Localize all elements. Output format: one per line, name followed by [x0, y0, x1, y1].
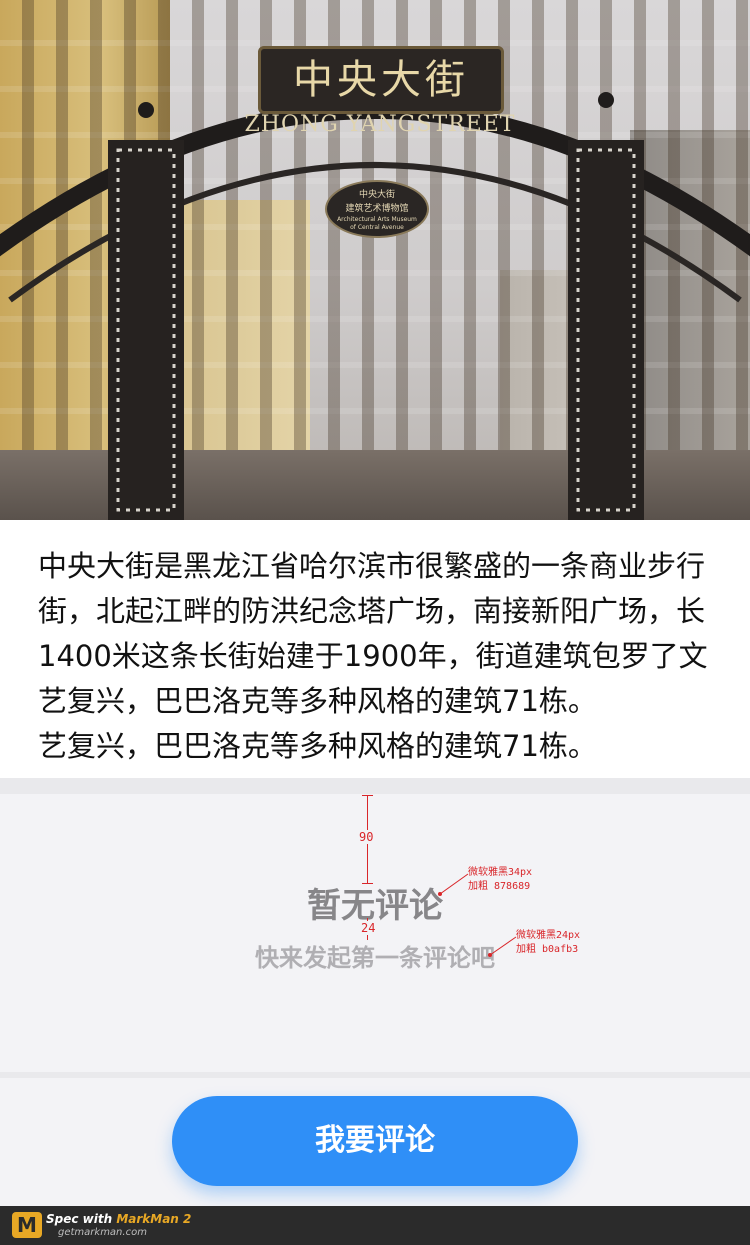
spec-gap-label: 90	[359, 830, 374, 844]
plaque-line-4: of Central Avenue	[350, 224, 404, 231]
empty-subtitle: 快来发起第一条评论吧	[255, 944, 495, 972]
gate-sign: 中央大街	[258, 46, 504, 114]
spec-gap-label: 24	[361, 921, 376, 935]
markman-brand: MarkMan 2	[116, 1212, 192, 1226]
empty-title: 暂无评论	[307, 886, 443, 926]
spec-title-note: 微软雅黑34px 加粗 878689	[468, 867, 533, 892]
spec-subtitle-note: 微软雅黑24px 加粗 b0afb3	[516, 930, 581, 955]
museum-plaque: 中央大街 建筑艺术博物馆 Architectural Arts Museum o…	[325, 180, 429, 238]
description-card: 中央大街是黑龙江省哈尔滨市很繁盛的一条商业步行街，北起江畔的防洪纪念塔广场，南接…	[0, 520, 750, 778]
plaque-line-2: 建筑艺术博物馆	[345, 204, 409, 214]
spec-arrow-icon	[488, 936, 517, 957]
spec-measure-cap	[362, 883, 373, 884]
spec-measure-cap	[362, 795, 373, 796]
hero-image: 中央大街 ZHONG YANGSTREET 中央大街 建筑艺术博物馆 Archi…	[0, 0, 750, 520]
description-text: 中央大街是黑龙江省哈尔滨市很繁盛的一条商业步行街，北起江畔的防洪纪念塔广场，南接…	[38, 549, 708, 763]
markman-title: Spec with MarkMan 2	[46, 1212, 191, 1226]
markman-logo-icon: M	[12, 1212, 42, 1238]
plaque-line-3: Architectural Arts Museum	[337, 216, 417, 223]
gate-sign-english: ZHONG YANGSTREET	[244, 112, 516, 137]
section-divider	[0, 778, 750, 794]
markman-url[interactable]: getmarkman.com	[58, 1227, 147, 1238]
markman-title-prefix: Spec with	[46, 1212, 117, 1226]
spec-arrow-icon	[438, 873, 469, 896]
write-comment-button[interactable]: 我要评论	[172, 1096, 578, 1186]
plaque-line-1: 中央大街	[358, 190, 395, 200]
